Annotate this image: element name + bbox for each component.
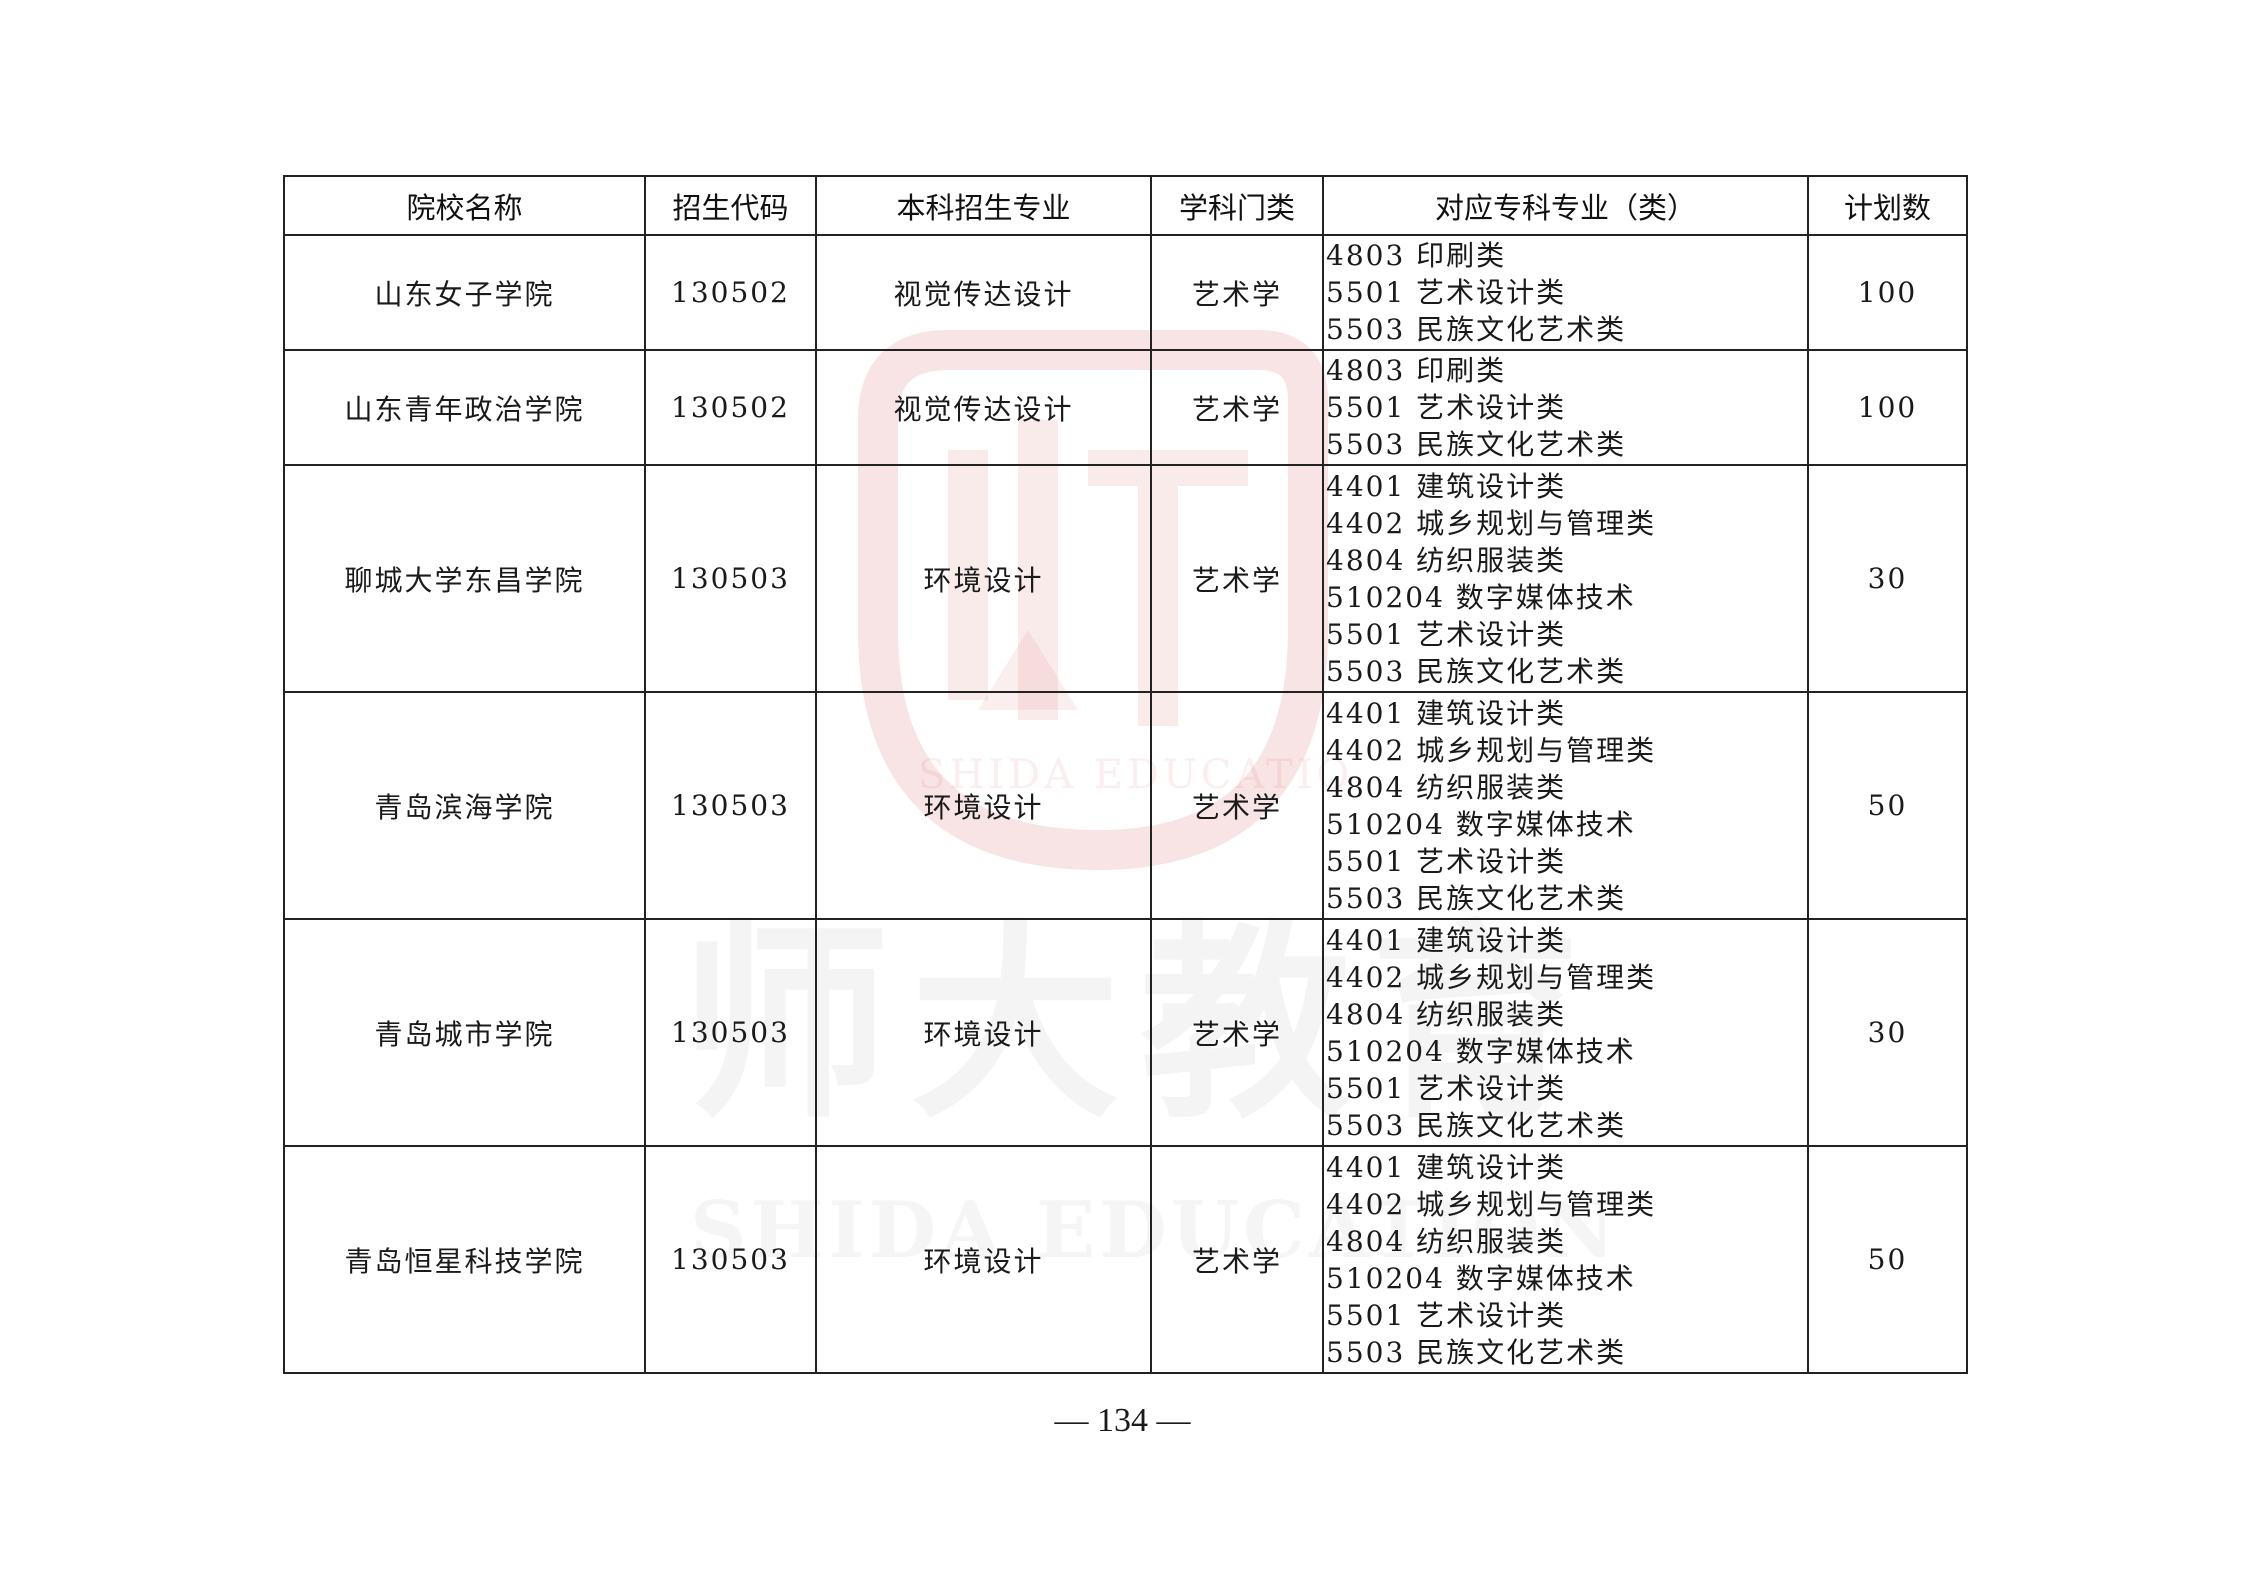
cell-category: 艺术学	[1150, 918, 1324, 1147]
cell-code: 130503	[644, 464, 817, 693]
cell-major: 视觉传达设计	[815, 234, 1152, 351]
specialty-item: 5503 民族文化艺术类	[1326, 1335, 1627, 1369]
cell-school: 聊城大学东昌学院	[283, 464, 646, 693]
specialty-item: 4402 城乡规划与管理类	[1326, 960, 1657, 994]
specialty-item: 4402 城乡规划与管理类	[1326, 733, 1657, 767]
table-row: 青岛恒星科技学院 130503 环境设计 艺术学 4401 建筑设计类 4402…	[283, 1145, 1968, 1374]
header-major: 本科招生专业	[815, 175, 1152, 236]
specialty-item: 4401 建筑设计类	[1326, 1150, 1567, 1184]
specialty-item: 5501 艺术设计类	[1326, 276, 1567, 309]
cell-specialties: 4803 印刷类 5501 艺术设计类 5503 民族文化艺术类	[1322, 234, 1809, 351]
table-row: 青岛滨海学院 130503 环境设计 艺术学 4401 建筑设计类 4402 城…	[283, 691, 1968, 920]
cell-category: 艺术学	[1150, 349, 1324, 466]
cell-school: 山东女子学院	[283, 234, 646, 351]
table-row: 山东女子学院 130502 视觉传达设计 艺术学 4803 印刷类 5501 艺…	[283, 234, 1968, 351]
specialty-item: 5503 民族文化艺术类	[1326, 428, 1627, 461]
page-number: — 134 —	[1054, 1402, 1191, 1439]
specialty-item: 4401 建筑设计类	[1326, 696, 1567, 730]
specialty-item: 510204 数字媒体技术	[1326, 1034, 1636, 1068]
specialty-item: 4401 建筑设计类	[1326, 923, 1567, 957]
header-code: 招生代码	[644, 175, 817, 236]
admission-plan-table: 院校名称 招生代码 本科招生专业 学科门类 对应专科专业（类） 计划数 山东女子…	[283, 175, 1968, 1374]
cell-plan: 50	[1807, 691, 1968, 920]
cell-plan: 30	[1807, 464, 1968, 693]
cell-school: 青岛城市学院	[283, 918, 646, 1147]
cell-major: 视觉传达设计	[815, 349, 1152, 466]
specialty-item: 5501 艺术设计类	[1326, 1071, 1567, 1105]
header-specialties: 对应专科专业（类）	[1322, 175, 1809, 236]
specialty-item: 4402 城乡规划与管理类	[1326, 506, 1657, 540]
cell-major: 环境设计	[815, 918, 1152, 1147]
header-category: 学科门类	[1150, 175, 1324, 236]
cell-code: 130502	[644, 349, 817, 466]
cell-category: 艺术学	[1150, 691, 1324, 920]
cell-major: 环境设计	[815, 691, 1152, 920]
cell-code: 130502	[644, 234, 817, 351]
specialty-item: 4804 纺织服装类	[1326, 997, 1567, 1031]
cell-specialties: 4401 建筑设计类 4402 城乡规划与管理类 4804 纺织服装类 5102…	[1322, 1145, 1809, 1374]
cell-school: 青岛恒星科技学院	[283, 1145, 646, 1374]
cell-specialties: 4401 建筑设计类 4402 城乡规划与管理类 4804 纺织服装类 5102…	[1322, 464, 1809, 693]
table-row: 青岛城市学院 130503 环境设计 艺术学 4401 建筑设计类 4402 城…	[283, 918, 1968, 1147]
specialty-item: 5503 民族文化艺术类	[1326, 654, 1627, 688]
cell-code: 130503	[644, 918, 817, 1147]
specialty-item: 4402 城乡规划与管理类	[1326, 1187, 1657, 1221]
specialty-item: 5503 民族文化艺术类	[1326, 313, 1627, 346]
cell-category: 艺术学	[1150, 1145, 1324, 1374]
cell-specialties: 4401 建筑设计类 4402 城乡规划与管理类 4804 纺织服装类 5102…	[1322, 918, 1809, 1147]
cell-specialties: 4803 印刷类 5501 艺术设计类 5503 民族文化艺术类	[1322, 349, 1809, 466]
cell-plan: 100	[1807, 234, 1968, 351]
specialty-item: 4401 建筑设计类	[1326, 469, 1567, 503]
specialty-item: 510204 数字媒体技术	[1326, 807, 1636, 841]
specialty-item: 4804 纺织服装类	[1326, 1224, 1567, 1258]
specialty-item: 5501 艺术设计类	[1326, 391, 1567, 424]
cell-category: 艺术学	[1150, 234, 1324, 351]
specialty-item: 510204 数字媒体技术	[1326, 580, 1636, 614]
specialty-item: 4804 纺织服装类	[1326, 770, 1567, 804]
specialty-item: 4803 印刷类	[1326, 354, 1507, 387]
cell-code: 130503	[644, 691, 817, 920]
specialty-item: 5503 民族文化艺术类	[1326, 881, 1627, 915]
specialty-item: 5503 民族文化艺术类	[1326, 1108, 1627, 1142]
specialty-item: 5501 艺术设计类	[1326, 844, 1567, 878]
cell-major: 环境设计	[815, 464, 1152, 693]
cell-plan: 100	[1807, 349, 1968, 466]
table-header-row: 院校名称 招生代码 本科招生专业 学科门类 对应专科专业（类） 计划数	[283, 175, 1968, 236]
cell-school: 山东青年政治学院	[283, 349, 646, 466]
specialty-item: 510204 数字媒体技术	[1326, 1261, 1636, 1295]
specialty-item: 5501 艺术设计类	[1326, 617, 1567, 651]
header-school: 院校名称	[283, 175, 646, 236]
specialty-item: 5501 艺术设计类	[1326, 1298, 1567, 1332]
specialty-item: 4804 纺织服装类	[1326, 543, 1567, 577]
table-row: 山东青年政治学院 130502 视觉传达设计 艺术学 4803 印刷类 5501…	[283, 349, 1968, 466]
table-row: 聊城大学东昌学院 130503 环境设计 艺术学 4401 建筑设计类 4402…	[283, 464, 1968, 693]
cell-category: 艺术学	[1150, 464, 1324, 693]
cell-specialties: 4401 建筑设计类 4402 城乡规划与管理类 4804 纺织服装类 5102…	[1322, 691, 1809, 920]
header-plan: 计划数	[1807, 175, 1968, 236]
cell-school: 青岛滨海学院	[283, 691, 646, 920]
specialty-item: 4803 印刷类	[1326, 239, 1507, 272]
cell-major: 环境设计	[815, 1145, 1152, 1374]
cell-plan: 50	[1807, 1145, 1968, 1374]
cell-plan: 30	[1807, 918, 1968, 1147]
cell-code: 130503	[644, 1145, 817, 1374]
